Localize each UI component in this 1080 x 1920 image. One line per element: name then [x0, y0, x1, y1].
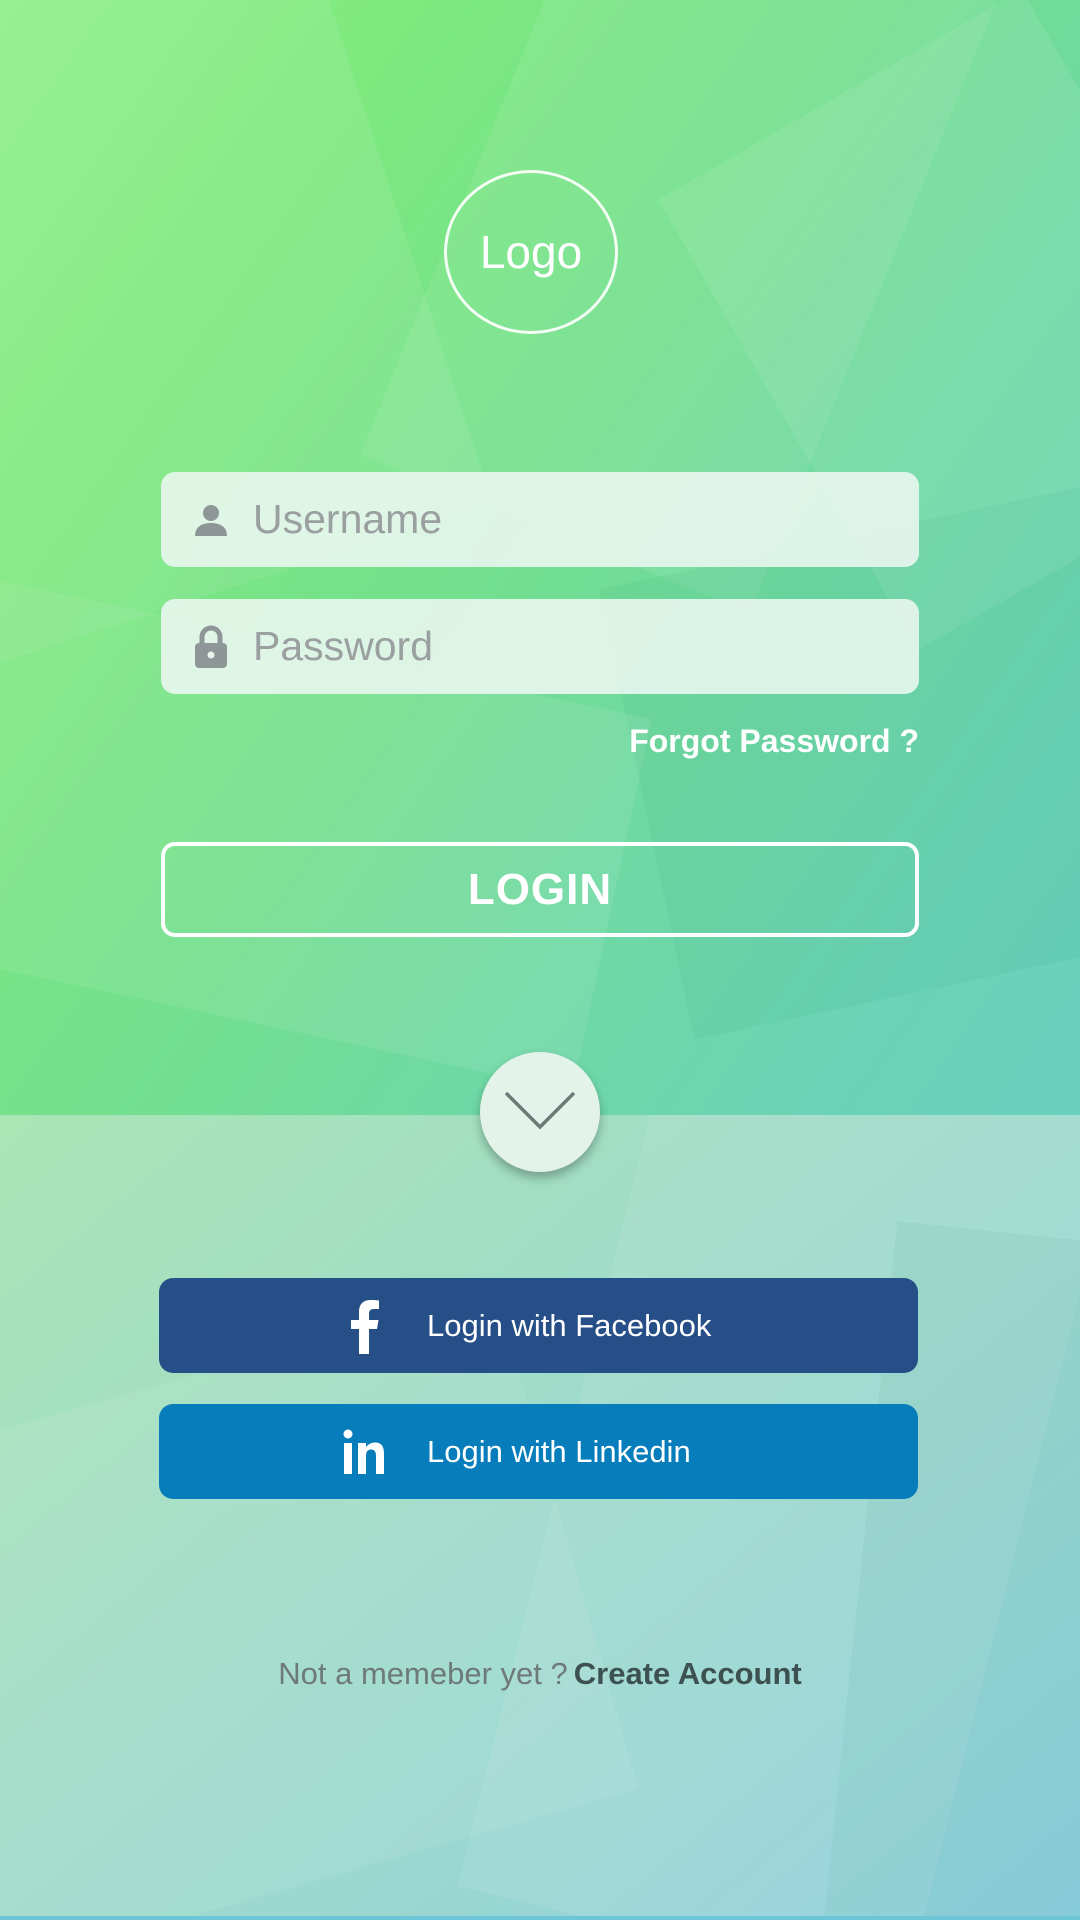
linkedin-icon [339, 1404, 389, 1499]
linkedin-login-button[interactable]: Login with Linkedin [159, 1404, 918, 1499]
linkedin-login-label: Login with Linkedin [427, 1434, 691, 1469]
facebook-login-button[interactable]: Login with Facebook [159, 1278, 918, 1373]
login-screen: Logo Forgot Password ? LOGIN [0, 0, 1080, 1920]
username-field[interactable] [161, 472, 919, 567]
signup-prompt-text: Not a memeber yet ? [278, 1656, 568, 1691]
logo: Logo [444, 170, 618, 334]
bottom-panel [0, 1115, 1080, 1920]
bottom-edge-line [0, 1916, 1080, 1920]
expand-toggle-button[interactable] [480, 1052, 600, 1172]
create-account-link[interactable]: Create Account [574, 1656, 802, 1691]
signup-prompt: Not a memeber yet ? Create Account [0, 1656, 1080, 1692]
username-input[interactable] [253, 479, 893, 560]
facebook-icon [339, 1278, 389, 1373]
facebook-login-label: Login with Facebook [427, 1308, 712, 1343]
forgot-password-link[interactable]: Forgot Password ? [629, 723, 919, 760]
lock-icon [189, 623, 233, 671]
chevron-down-icon [502, 1087, 578, 1137]
user-icon [189, 496, 233, 544]
login-button[interactable]: LOGIN [161, 842, 919, 937]
password-field[interactable] [161, 599, 919, 694]
logo-text: Logo [479, 226, 583, 278]
password-input[interactable] [253, 606, 893, 687]
